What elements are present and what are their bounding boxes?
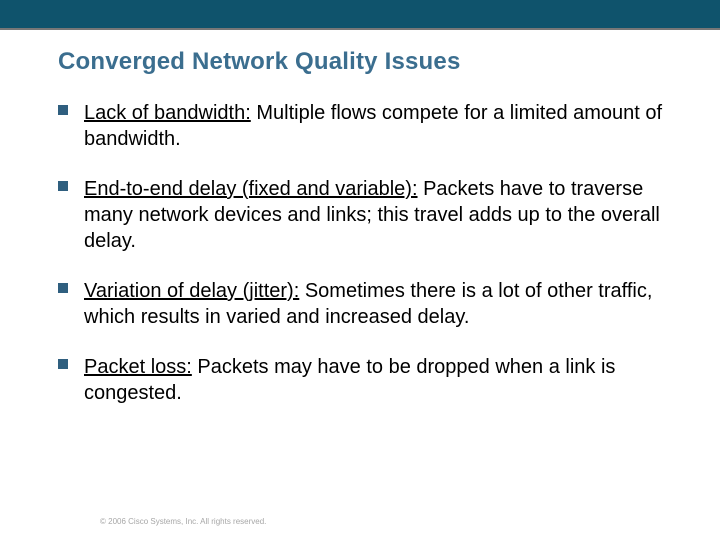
bullet-term: Packet loss: xyxy=(84,356,192,378)
list-item: Packet loss: Packets may have to be drop… xyxy=(58,354,670,406)
list-item: End-to-end delay (fixed and variable): P… xyxy=(58,176,670,254)
slide-title: Converged Network Quality Issues xyxy=(58,48,670,76)
square-bullet-icon xyxy=(58,359,68,369)
bullet-term: Variation of delay (jitter): xyxy=(84,280,299,302)
copyright-footer: © 2006 Cisco Systems, Inc. All rights re… xyxy=(100,517,266,526)
list-item: Lack of bandwidth: Multiple flows compet… xyxy=(58,100,670,152)
bullet-term: End-to-end delay (fixed and variable): xyxy=(84,178,418,200)
list-item: Variation of delay (jitter): Sometimes t… xyxy=(58,278,670,330)
square-bullet-icon xyxy=(58,181,68,191)
square-bullet-icon xyxy=(58,283,68,293)
bullet-term: Lack of bandwidth: xyxy=(84,102,251,124)
slide-content: Converged Network Quality Issues Lack of… xyxy=(0,30,720,406)
square-bullet-icon xyxy=(58,105,68,115)
top-bar xyxy=(0,0,720,28)
bullet-list: Lack of bandwidth: Multiple flows compet… xyxy=(58,100,670,406)
